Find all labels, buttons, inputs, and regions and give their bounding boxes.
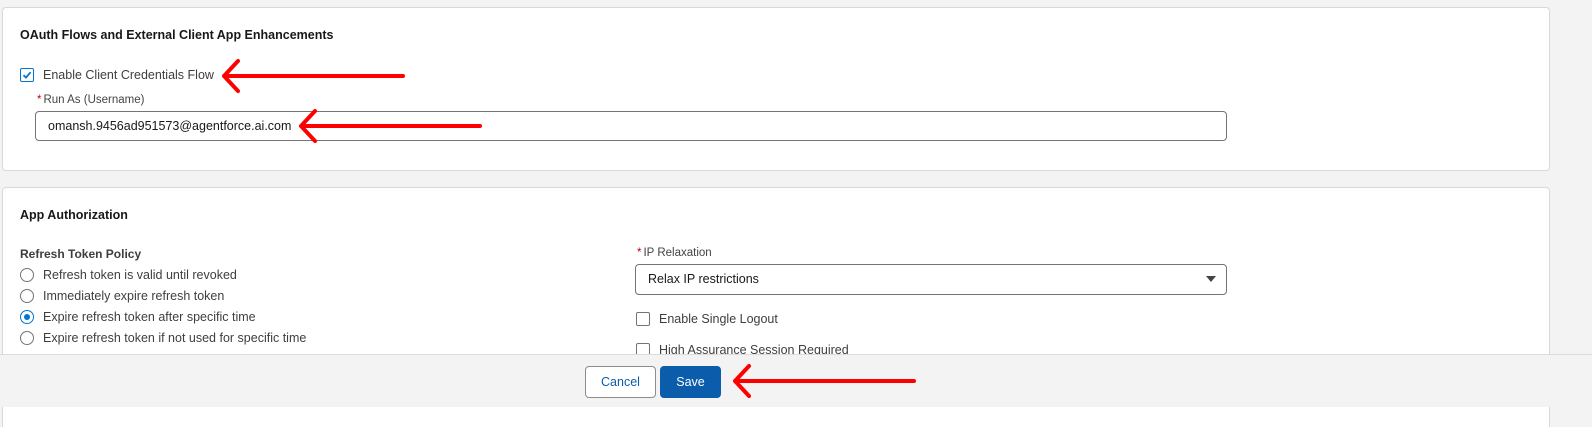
client-credentials-label: Enable Client Credentials Flow xyxy=(43,68,214,82)
ip-relaxation-label-text: IP Relaxation xyxy=(643,247,712,259)
radio-expire-if-not-used[interactable] xyxy=(20,331,34,345)
save-button[interactable]: Save xyxy=(660,366,721,398)
section-title-app-authorization: App Authorization xyxy=(20,208,128,222)
ip-relaxation-label: * IP Relaxation xyxy=(637,247,712,259)
cancel-button[interactable]: Cancel xyxy=(585,366,656,398)
red-arrow-annotation xyxy=(299,109,482,143)
checkmark-icon xyxy=(22,71,32,79)
ip-relaxation-select[interactable]: Relax IP restrictions xyxy=(635,264,1227,295)
red-arrow-annotation xyxy=(222,59,405,93)
refresh-token-policy-label: Refresh Token Policy xyxy=(20,247,142,261)
section-title-oauth: OAuth Flows and External Client App Enha… xyxy=(20,28,334,42)
radio-label: Expire refresh token after specific time xyxy=(43,310,256,324)
required-marker: * xyxy=(37,94,42,106)
radio-expire-after-time[interactable] xyxy=(20,310,34,324)
radio-label: Refresh token is valid until revoked xyxy=(43,268,237,282)
caret-down-icon xyxy=(1206,276,1216,282)
radio-valid-until-revoked[interactable] xyxy=(20,268,34,282)
red-arrow-annotation xyxy=(733,364,916,398)
run-as-value: omansh.9456ad951573@agentforce.ai.com xyxy=(48,119,292,133)
run-as-label-text: Run As (Username) xyxy=(43,94,145,106)
single-logout-checkbox[interactable] xyxy=(636,312,650,326)
radio-immediately-expire[interactable] xyxy=(20,289,34,303)
radio-label: Immediately expire refresh token xyxy=(43,289,225,303)
radio-label: Expire refresh token if not used for spe… xyxy=(43,331,307,345)
required-marker: * xyxy=(637,247,642,259)
single-logout-label: Enable Single Logout xyxy=(659,312,778,326)
client-credentials-checkbox[interactable] xyxy=(20,68,34,82)
run-as-username-input[interactable]: omansh.9456ad951573@agentforce.ai.com xyxy=(35,111,1227,141)
run-as-label: * Run As (Username) xyxy=(37,94,144,106)
ip-relaxation-value: Relax IP restrictions xyxy=(648,272,759,286)
